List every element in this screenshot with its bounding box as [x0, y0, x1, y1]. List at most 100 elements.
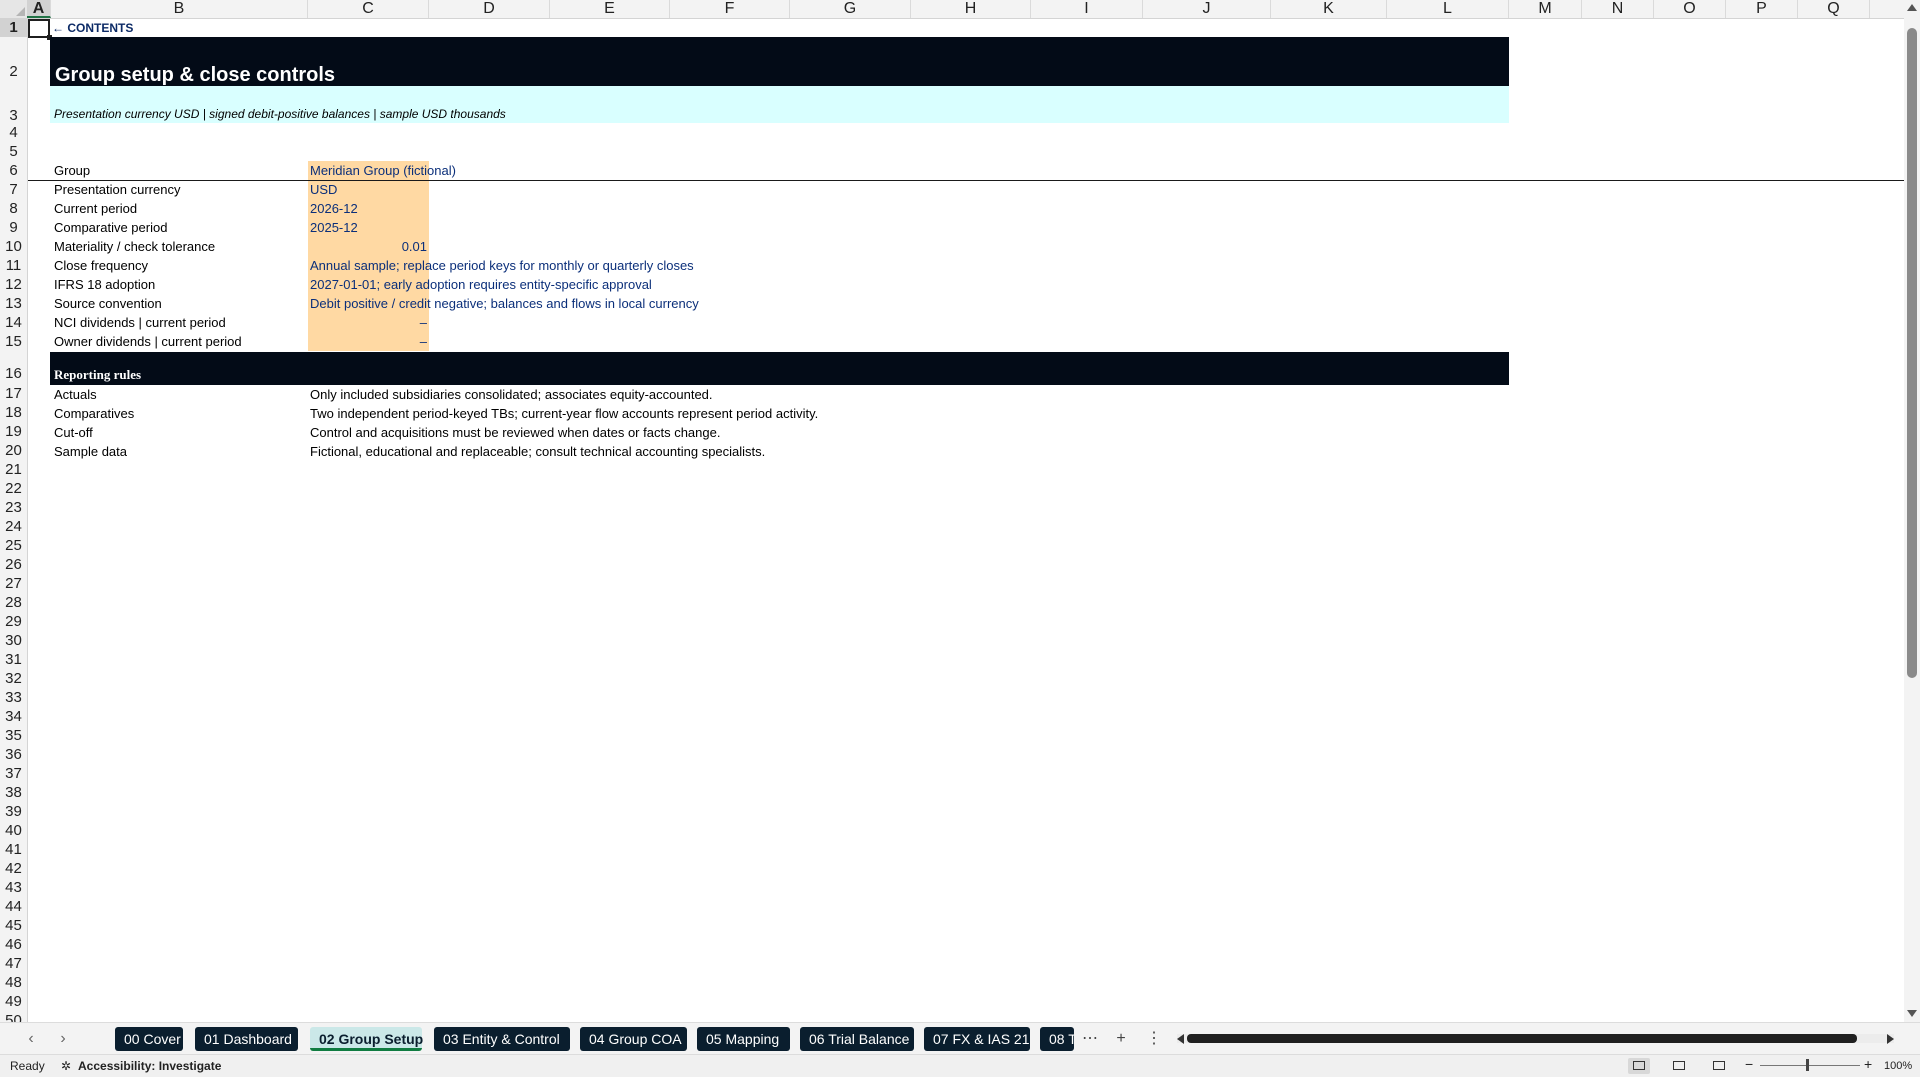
rule-text[interactable]: Two independent period-keyed TBs; curren…: [310, 404, 818, 423]
column-header-B[interactable]: B: [51, 0, 308, 18]
column-header-Q[interactable]: Q: [1798, 0, 1870, 18]
column-header-C[interactable]: C: [308, 0, 429, 18]
zoom-level[interactable]: 100%: [1884, 1059, 1912, 1073]
row-header[interactable]: 48: [0, 973, 27, 992]
row-header[interactable]: 27: [0, 574, 27, 593]
setup-value-input[interactable]: Debit positive / credit negative; balanc…: [310, 294, 699, 313]
scroll-left-icon[interactable]: [1177, 1034, 1184, 1044]
setup-label[interactable]: Comparative period: [54, 218, 167, 237]
column-header-P[interactable]: P: [1726, 0, 1798, 18]
row-header[interactable]: 11: [0, 256, 27, 275]
column-header-O[interactable]: O: [1654, 0, 1726, 18]
tab-dashboard[interactable]: 01 Dashboard: [195, 1027, 298, 1051]
setup-value-input[interactable]: 2027-01-01; early adoption requires enti…: [310, 275, 652, 294]
row-header[interactable]: 45: [0, 916, 27, 935]
row-header[interactable]: 46: [0, 935, 27, 954]
row-header[interactable]: 26: [0, 555, 27, 574]
row-header[interactable]: 25: [0, 536, 27, 555]
accessibility-icon[interactable]: ✲: [61, 1059, 71, 1073]
row-header[interactable]: 14: [0, 313, 27, 332]
accessibility-status[interactable]: Accessibility: Investigate: [78, 1059, 221, 1073]
tab-cover[interactable]: 00 Cover: [115, 1027, 183, 1051]
row-header[interactable]: 44: [0, 897, 27, 916]
setup-value-input[interactable]: –: [310, 313, 427, 332]
row-header[interactable]: 40: [0, 821, 27, 840]
more-tabs-icon[interactable]: ⋯: [1080, 1029, 1100, 1049]
setup-value-input[interactable]: Meridian Group (fictional): [310, 161, 456, 180]
rule-label[interactable]: Cut-off: [54, 423, 93, 442]
row-header[interactable]: 10: [0, 237, 27, 256]
horizontal-scrollbar[interactable]: [1177, 1034, 1894, 1044]
zoom-slider[interactable]: [1760, 1065, 1860, 1066]
setup-label[interactable]: Current period: [54, 199, 137, 218]
column-header-A[interactable]: A: [27, 0, 51, 18]
select-all-button[interactable]: [0, 0, 28, 18]
row-header[interactable]: 41: [0, 840, 27, 859]
rule-text[interactable]: Fictional, educational and replaceable; …: [310, 442, 765, 461]
rule-text[interactable]: Only included subsidiaries consolidated;…: [310, 385, 713, 404]
active-cell-cursor[interactable]: [28, 19, 52, 40]
row-header[interactable]: 39: [0, 802, 27, 821]
scroll-down-icon[interactable]: [1907, 1010, 1917, 1017]
vertical-scrollbar[interactable]: [1904, 0, 1920, 1022]
column-header-M[interactable]: M: [1509, 0, 1582, 18]
tab-options-icon[interactable]: ⋮: [1144, 1029, 1164, 1049]
normal-view-button[interactable]: [1628, 1058, 1650, 1074]
worksheet-grid[interactable]: ← CONTENTS Group setup & close controls …: [28, 19, 1904, 1022]
rule-label[interactable]: Actuals: [54, 385, 97, 404]
setup-label[interactable]: IFRS 18 adoption: [54, 275, 155, 294]
column-header-L[interactable]: L: [1387, 0, 1509, 18]
row-header[interactable]: 2: [0, 37, 27, 86]
column-header-K[interactable]: K: [1271, 0, 1387, 18]
row-header[interactable]: 3: [0, 86, 27, 124]
row-header[interactable]: 47: [0, 954, 27, 973]
page-break-button[interactable]: [1708, 1058, 1730, 1074]
row-header[interactable]: 33: [0, 688, 27, 707]
setup-label[interactable]: Group: [54, 161, 90, 180]
row-header[interactable]: 16: [0, 351, 27, 384]
add-sheet-icon[interactable]: +: [1111, 1029, 1131, 1049]
scroll-up-icon[interactable]: [1907, 4, 1917, 11]
row-header[interactable]: 21: [0, 460, 27, 479]
row-header[interactable]: 22: [0, 479, 27, 498]
setup-value-input[interactable]: Annual sample; replace period keys for m…: [310, 256, 694, 275]
row-header[interactable]: 15: [0, 332, 27, 351]
rule-text[interactable]: Control and acquisitions must be reviewe…: [310, 423, 720, 442]
column-header-D[interactable]: D: [429, 0, 550, 18]
row-header[interactable]: 29: [0, 612, 27, 631]
column-header-J[interactable]: J: [1143, 0, 1271, 18]
row-header[interactable]: 37: [0, 764, 27, 783]
row-header[interactable]: 32: [0, 669, 27, 688]
zoom-slider-thumb[interactable]: [1806, 1059, 1809, 1071]
tab-fx-ias21[interactable]: 07 FX & IAS 21: [924, 1027, 1030, 1051]
rule-label[interactable]: Comparatives: [54, 404, 134, 423]
row-header[interactable]: 17: [0, 384, 27, 403]
column-header-G[interactable]: G: [790, 0, 911, 18]
row-header[interactable]: 12: [0, 275, 27, 294]
row-header[interactable]: 1: [0, 18, 27, 37]
tab-entity-control[interactable]: 03 Entity & Control: [434, 1027, 570, 1051]
row-header[interactable]: 19: [0, 422, 27, 441]
row-header[interactable]: 30: [0, 631, 27, 650]
row-header[interactable]: 50: [0, 1011, 27, 1022]
row-header[interactable]: 5: [0, 142, 27, 161]
row-header[interactable]: 43: [0, 878, 27, 897]
column-header-E[interactable]: E: [550, 0, 670, 18]
row-header[interactable]: 35: [0, 726, 27, 745]
row-header[interactable]: 23: [0, 498, 27, 517]
setup-label[interactable]: Owner dividends | current period: [54, 332, 242, 351]
row-header[interactable]: 24: [0, 517, 27, 536]
row-header[interactable]: 13: [0, 294, 27, 313]
row-header[interactable]: 42: [0, 859, 27, 878]
setup-value-input[interactable]: USD: [310, 180, 337, 199]
tab-mapping[interactable]: 05 Mapping: [697, 1027, 790, 1051]
setup-label[interactable]: Presentation currency: [54, 180, 180, 199]
column-header-N[interactable]: N: [1582, 0, 1654, 18]
row-header[interactable]: 49: [0, 992, 27, 1011]
tab-group-setup[interactable]: 02 Group Setup: [310, 1027, 423, 1051]
row-header[interactable]: 31: [0, 650, 27, 669]
page-layout-button[interactable]: [1668, 1058, 1690, 1074]
row-header[interactable]: 34: [0, 707, 27, 726]
column-header-F[interactable]: F: [670, 0, 790, 18]
zoom-out-icon[interactable]: −: [1745, 1057, 1753, 1071]
